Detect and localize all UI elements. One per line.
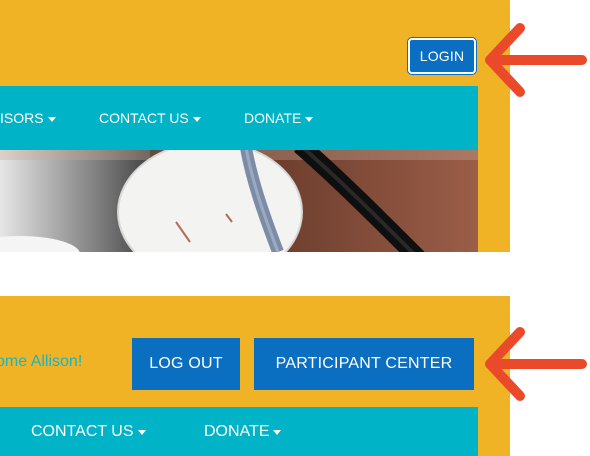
nav-item-donate[interactable]: DONATE — [204, 422, 282, 441]
nav-item-donate[interactable]: DONATE — [244, 110, 314, 126]
chevron-down-icon — [305, 116, 314, 122]
nav-item-advisors[interactable]: ISORS — [0, 110, 56, 126]
arrow-left-icon — [485, 23, 587, 97]
nav-item-contact-us[interactable]: CONTACT US — [31, 423, 146, 441]
login-button-label: LOGIN — [419, 48, 465, 64]
nav-item-label: ISORS — [0, 110, 44, 126]
login-button[interactable]: LOGIN — [408, 38, 476, 74]
nav-item-contact-us[interactable]: CONTACT US — [99, 110, 201, 126]
chevron-down-icon — [273, 430, 282, 435]
main-nav: ISORS CONTACT US DONATE — [0, 86, 478, 150]
header-panel-logged-out: LOGIN ISORS CONTACT US DONATE — [0, 0, 510, 252]
participant-center-button[interactable]: PARTICIPANT CENTER — [254, 338, 474, 390]
arrow-left-icon — [485, 327, 587, 401]
nav-item-label: DONATE — [204, 422, 270, 440]
participant-center-button-label: PARTICIPANT CENTER — [275, 355, 453, 372]
welcome-message: ome Allison! — [0, 353, 83, 370]
nav-item-label: CONTACT US — [99, 110, 189, 126]
logout-button-label: LOG OUT — [149, 355, 223, 372]
main-nav: CONTACT US DONATE — [0, 407, 478, 456]
chevron-down-icon — [137, 430, 146, 435]
nav-item-label: CONTACT US — [31, 422, 134, 440]
hero-photo — [0, 150, 478, 252]
header-panel-logged-in: ome Allison! LOG OUT PARTICIPANT CENTER … — [0, 296, 510, 456]
chevron-down-icon — [192, 116, 201, 122]
nav-item-label: DONATE — [244, 110, 302, 126]
chevron-down-icon — [47, 116, 56, 122]
logout-button[interactable]: LOG OUT — [132, 338, 240, 390]
